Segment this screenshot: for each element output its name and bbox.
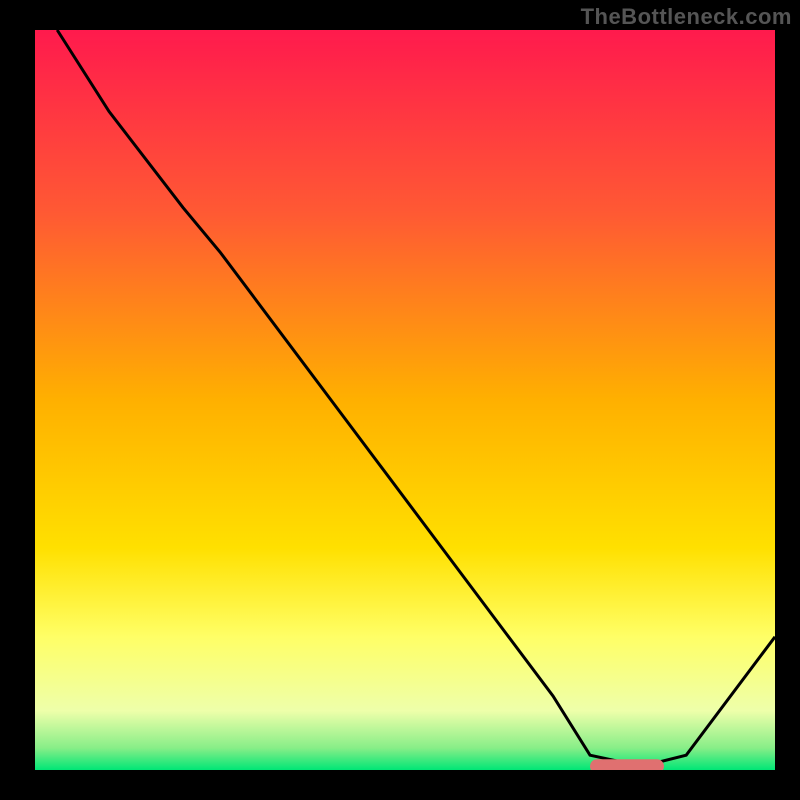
axis-frame [0, 770, 800, 800]
plot-background [35, 30, 775, 770]
bottleneck-chart [0, 0, 800, 800]
axis-frame [775, 0, 800, 800]
axis-frame [0, 0, 35, 800]
watermark-text: TheBottleneck.com [581, 4, 792, 30]
chart-container: TheBottleneck.com [0, 0, 800, 800]
